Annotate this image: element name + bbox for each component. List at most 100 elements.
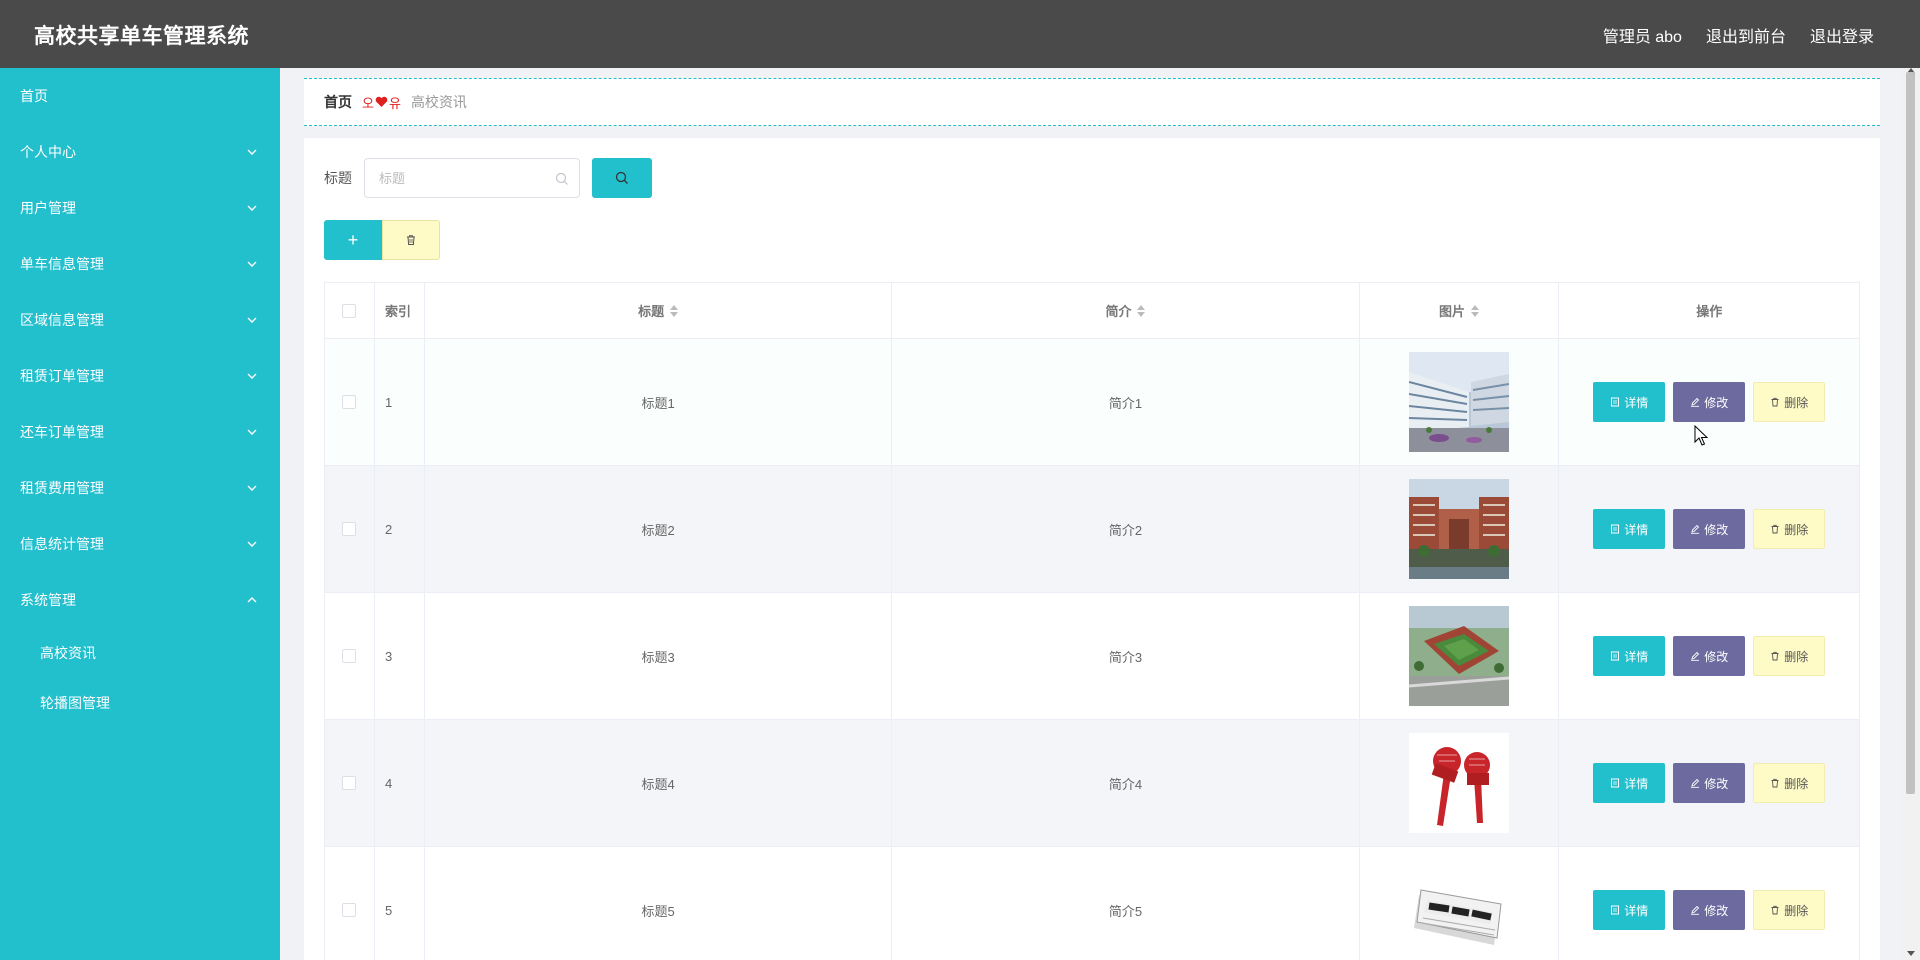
row-intro: 简介2 xyxy=(892,466,1360,592)
sidebar-item-label: 系统管理 xyxy=(20,592,76,608)
row-checkbox-cell xyxy=(325,339,375,465)
row-picture-cell xyxy=(1360,593,1560,719)
sidebar-item-rental-orders[interactable]: 租赁订单管理 xyxy=(0,348,280,404)
breadcrumb-separator: 오 유 xyxy=(362,93,401,112)
sidebar-item-statistics[interactable]: 信息统计管理 xyxy=(0,516,280,572)
page-scrollbar[interactable] xyxy=(1902,68,1920,960)
select-all-checkbox[interactable] xyxy=(342,303,357,318)
row-intro: 简介1 xyxy=(892,339,1360,465)
separator-right-glyph: 유 xyxy=(388,95,401,111)
row-intro: 简介4 xyxy=(892,720,1360,846)
row-checkbox[interactable] xyxy=(342,903,357,917)
header-intro-label: 简介 xyxy=(1105,304,1132,319)
edit-button[interactable]: 修改 xyxy=(1673,636,1746,676)
row-checkbox-cell xyxy=(325,593,375,719)
sidebar-item-personal-center[interactable]: 个人中心 xyxy=(0,124,280,180)
row-title: 标题3 xyxy=(425,593,893,719)
table-row: 5 标题5 简介5 详情 修改 删除 xyxy=(325,847,1859,960)
sidebar-item-rental-fees[interactable]: 租赁费用管理 xyxy=(0,460,280,516)
delete-button[interactable]: 删除 xyxy=(1753,636,1826,676)
row-picture-cell xyxy=(1360,339,1560,465)
sidebar-subitem-carousel[interactable]: 轮播图管理 xyxy=(0,678,280,728)
row-index: 4 xyxy=(375,720,425,846)
delete-label: 删除 xyxy=(1784,395,1809,410)
detail-button[interactable]: 详情 xyxy=(1593,636,1666,676)
campus-building-photo xyxy=(1409,352,1510,452)
detail-button[interactable]: 详情 xyxy=(1593,890,1666,930)
sidebar-item-user-management[interactable]: 用户管理 xyxy=(0,180,280,236)
edit-button[interactable]: 修改 xyxy=(1673,763,1746,803)
header-picture[interactable]: 图片 xyxy=(1360,283,1560,338)
search-input[interactable] xyxy=(365,159,579,197)
row-actions: 详情 修改 删除 xyxy=(1559,339,1859,465)
table-row: 3 标题3 简介3 详情 修改 删除 xyxy=(325,593,1859,720)
search-button[interactable] xyxy=(592,158,652,198)
edit-button[interactable]: 修改 xyxy=(1673,382,1746,422)
sidebar-item-label: 租赁订单管理 xyxy=(20,368,104,384)
sidebar-item-home[interactable]: 首页 xyxy=(0,68,280,124)
pencil-icon xyxy=(1691,651,1700,661)
plus-icon: + xyxy=(347,229,359,250)
add-button[interactable]: + xyxy=(324,220,382,260)
edit-button[interactable]: 修改 xyxy=(1673,890,1746,930)
brick-campus-photo xyxy=(1409,479,1510,579)
breadcrumb-home[interactable]: 首页 xyxy=(324,92,352,112)
table-header: 索引 标题 简介 图片 操作 xyxy=(325,283,1859,339)
delete-button[interactable]: 删除 xyxy=(1753,509,1826,549)
chevron-up-icon xyxy=(246,594,258,606)
trash-icon xyxy=(407,235,415,245)
app-title: 高校共享单车管理系统 xyxy=(34,25,249,48)
sidebar-item-return-orders[interactable]: 还车订单管理 xyxy=(0,404,280,460)
row-checkbox[interactable] xyxy=(342,776,357,790)
scrollbar-thumb[interactable] xyxy=(1906,72,1915,794)
batch-delete-button[interactable] xyxy=(382,220,440,260)
chevron-down-icon xyxy=(246,202,258,214)
sidebar-item-bike-info[interactable]: 单车信息管理 xyxy=(0,236,280,292)
delete-button[interactable]: 删除 xyxy=(1753,763,1826,803)
action-row: + xyxy=(324,220,440,260)
chevron-down-icon xyxy=(246,482,258,494)
sidebar-subitem-campus-news[interactable]: 高校资讯 xyxy=(0,628,280,678)
header-title[interactable]: 标题 xyxy=(425,283,893,338)
edit-label: 修改 xyxy=(1704,903,1729,918)
sidebar-item-area-info[interactable]: 区域信息管理 xyxy=(0,292,280,348)
trash-icon xyxy=(1771,778,1779,788)
row-actions: 详情 修改 删除 xyxy=(1559,720,1859,846)
chevron-down-icon xyxy=(246,314,258,326)
detail-label: 详情 xyxy=(1624,903,1649,918)
trash-icon xyxy=(1771,905,1779,915)
chevron-down-icon xyxy=(246,538,258,550)
content-panel: 标题 + 索引 标题 简介 图片 操作 xyxy=(304,138,1880,960)
news-table: 索引 标题 简介 图片 操作 1 标题1 简介1 详情 修改 删除 2 标题2 … xyxy=(324,282,1860,960)
scroll-down-arrow-icon[interactable] xyxy=(1907,951,1915,956)
sidebar-item-label: 还车订单管理 xyxy=(20,424,104,440)
sidebar-item-label: 区域信息管理 xyxy=(20,312,104,328)
to-front-link[interactable]: 退出到前台 xyxy=(1706,23,1786,47)
row-checkbox[interactable] xyxy=(342,522,357,536)
header-index: 索引 xyxy=(375,283,425,338)
delete-button[interactable]: 删除 xyxy=(1753,890,1826,930)
row-index: 2 xyxy=(375,466,425,592)
chevron-down-icon xyxy=(246,426,258,438)
top-header: 高校共享单车管理系统 管理员 abo 退出到前台 退出登录 xyxy=(0,0,1920,68)
detail-button[interactable]: 详情 xyxy=(1593,509,1666,549)
row-checkbox[interactable] xyxy=(342,395,357,409)
header-actions: 操作 xyxy=(1696,304,1723,319)
header-intro[interactable]: 简介 xyxy=(892,283,1360,338)
table-row: 4 标题4 简介4 详情 修改 删除 xyxy=(325,720,1859,847)
pencil-icon xyxy=(1691,778,1700,788)
row-index: 5 xyxy=(375,847,425,960)
delete-button[interactable]: 删除 xyxy=(1753,382,1826,422)
detail-button[interactable]: 详情 xyxy=(1593,763,1666,803)
sidebar-item-label: 信息统计管理 xyxy=(20,536,104,552)
stadium-aerial-photo xyxy=(1409,606,1510,706)
detail-button[interactable]: 详情 xyxy=(1593,382,1666,422)
row-title: 标题5 xyxy=(425,847,893,960)
sort-icon xyxy=(670,304,679,317)
user-label: 管理员 abo xyxy=(1602,29,1682,46)
logout-link[interactable]: 退出登录 xyxy=(1810,23,1874,47)
edit-button[interactable]: 修改 xyxy=(1673,509,1746,549)
row-actions: 详情 修改 删除 xyxy=(1559,466,1859,592)
sidebar-item-system[interactable]: 系统管理 xyxy=(0,572,280,628)
row-checkbox[interactable] xyxy=(342,649,357,663)
